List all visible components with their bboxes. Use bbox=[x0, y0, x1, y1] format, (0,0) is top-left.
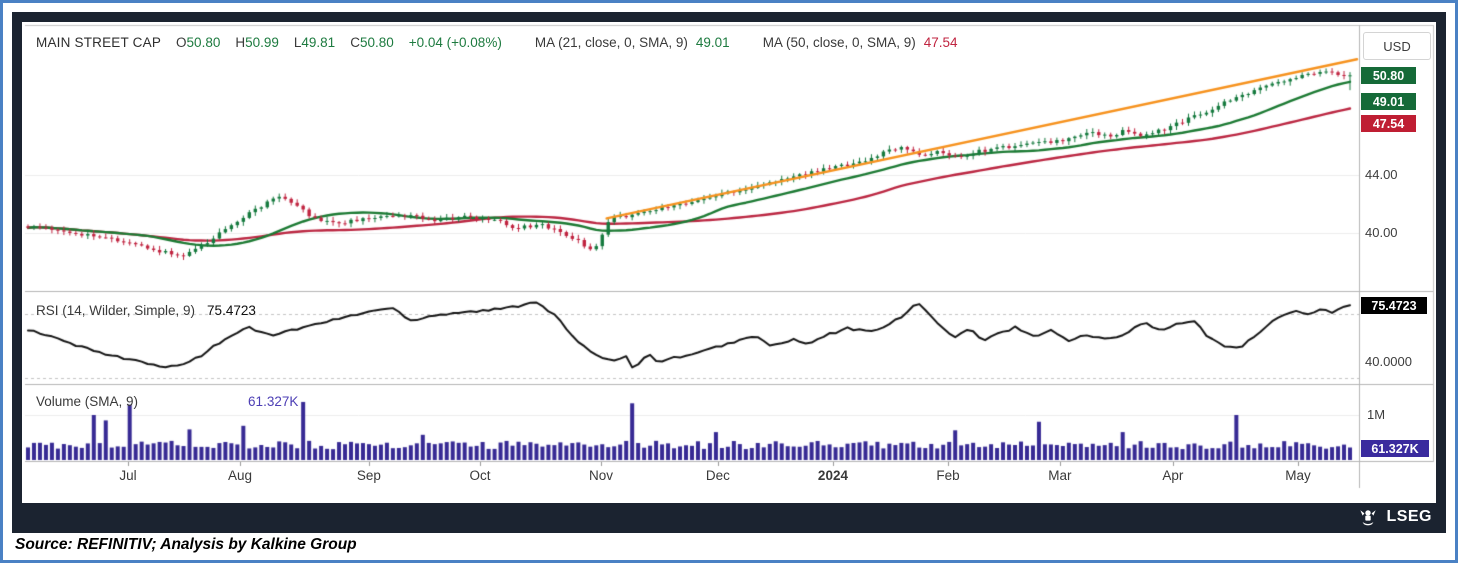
volume-legend: Volume (SMA, 9) 61.327K bbox=[36, 394, 298, 409]
lseg-text: LSEG bbox=[1386, 508, 1432, 525]
change-value: +0.04 (+0.08%) bbox=[408, 35, 502, 50]
chart-frame: MAIN STREET CAP O50.80 H50.99 L49.81 C50… bbox=[12, 12, 1446, 533]
x-axis-label: Aug bbox=[227, 468, 253, 483]
volume-tick-1m: 1M bbox=[1367, 407, 1386, 422]
source-attribution: Source: REFINITIV; Analysis by Kalkine G… bbox=[15, 536, 357, 553]
ma21-value: 49.01 bbox=[695, 35, 730, 50]
x-axis-label: Mar bbox=[1048, 468, 1072, 483]
close-value: C50.80 bbox=[350, 35, 394, 50]
volume-value-badge: 61.327K bbox=[1361, 440, 1429, 457]
x-axis-label: 2024 bbox=[817, 468, 848, 483]
ma50-legend: MA (50, close, 0, SMA, 9) 47.54 bbox=[763, 35, 958, 50]
open-value: O50.80 bbox=[176, 35, 221, 50]
x-axis-label: Feb bbox=[936, 468, 960, 483]
x-axis-label: Oct bbox=[469, 468, 491, 483]
x-axis-label: May bbox=[1285, 468, 1311, 483]
chart-area: MAIN STREET CAP O50.80 H50.99 L49.81 C50… bbox=[22, 22, 1436, 503]
volume-label: Volume (SMA, 9) bbox=[36, 394, 139, 409]
rsi-value-badge: 75.4723 bbox=[1361, 297, 1427, 314]
rsi-legend: RSI (14, Wilder, Simple, 9) 75.4723 bbox=[36, 303, 256, 318]
price-badge-ma50: 47.54 bbox=[1361, 115, 1416, 132]
ma50-value: 47.54 bbox=[923, 35, 958, 50]
x-axis-label: Jul bbox=[119, 468, 137, 483]
price-tick-40: 40.00 bbox=[1365, 225, 1398, 240]
ma50-label: MA (50, close, 0, SMA, 9) bbox=[762, 35, 916, 50]
lseg-crest-icon bbox=[1357, 508, 1379, 526]
x-axis-label: Nov bbox=[588, 468, 613, 483]
lseg-logo: LSEG bbox=[1357, 506, 1432, 528]
price-badge-last: 50.80 bbox=[1361, 67, 1416, 84]
chart-legend: MAIN STREET CAP O50.80 H50.99 L49.81 C50… bbox=[36, 35, 958, 50]
price-badge-ma21: 49.01 bbox=[1361, 93, 1416, 110]
x-axis-label: Dec bbox=[705, 468, 730, 483]
page: MAIN STREET CAP O50.80 H50.99 L49.81 C50… bbox=[0, 0, 1458, 563]
x-axis-label: Sep bbox=[356, 468, 381, 483]
rsi-tick-40: 40.0000 bbox=[1365, 354, 1412, 369]
x-axis: Jul Aug Sep Oct Nov Dec 2024 Feb Mar Apr May bbox=[22, 468, 1436, 488]
ma21-legend: MA (21, close, 0, SMA, 9) 49.01 bbox=[535, 35, 730, 50]
rsi-label: RSI (14, Wilder, Simple, 9) bbox=[36, 303, 196, 318]
price-tick-44: 44.00 bbox=[1365, 167, 1398, 182]
symbol-label: MAIN STREET CAP bbox=[36, 35, 162, 50]
high-value: H50.99 bbox=[235, 35, 279, 50]
rsi-value: 75.4723 bbox=[207, 303, 256, 318]
x-axis-label: Apr bbox=[1162, 468, 1184, 483]
low-value: L49.81 bbox=[293, 35, 336, 50]
volume-value: 61.327K bbox=[248, 394, 299, 409]
price-chart-canvas[interactable] bbox=[22, 22, 1436, 503]
currency-box[interactable]: USD bbox=[1363, 32, 1431, 60]
ma21-label: MA (21, close, 0, SMA, 9) bbox=[534, 35, 688, 50]
